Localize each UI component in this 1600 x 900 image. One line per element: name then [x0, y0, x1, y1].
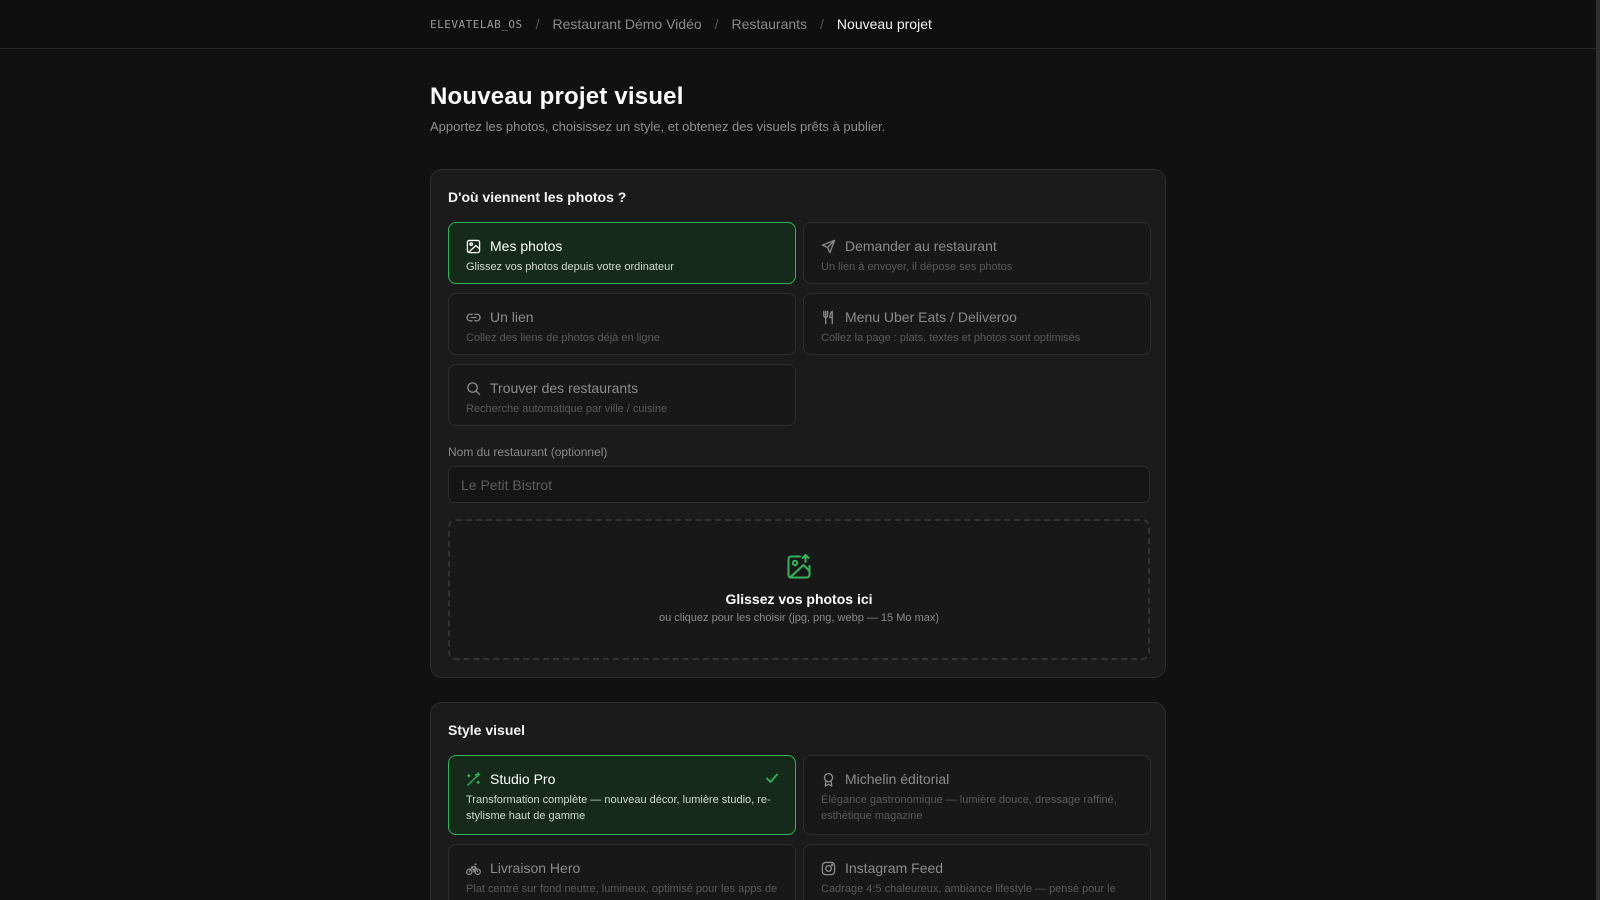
search-icon [466, 381, 481, 396]
dropzone-title: Glissez vos photos ici [725, 591, 873, 607]
award-icon [821, 772, 836, 787]
source-option-desc: Un lien à envoyer, il dépose ses photos [821, 261, 1013, 273]
breadcrumb-item-workspace[interactable]: Restaurant Démo Vidéo [552, 16, 701, 32]
breadcrumb-item-restaurants[interactable]: Restaurants [732, 16, 807, 32]
source-option-title: Menu Uber Eats / Deliveroo [845, 309, 1017, 325]
check-icon [766, 773, 778, 783]
utensils-icon [821, 309, 836, 325]
style-option-studio-pro[interactable]: Studio Pro Transformation complète — nou… [448, 755, 796, 835]
source-option-delivery-menu[interactable]: Menu Uber Eats / Deliveroo Collez la pag… [803, 293, 1151, 355]
photo-source-title: D'où viennent les photos ? [448, 189, 627, 205]
source-option-title: Demander au restaurant [845, 238, 997, 254]
photo-dropzone[interactable]: Glissez vos photos ici ou cliquez pour l… [448, 519, 1150, 660]
breadcrumb-current: Nouveau projet [836, 16, 932, 32]
page-title: Nouveau projet visuel [430, 83, 684, 110]
source-option-title: Un lien [490, 309, 534, 325]
source-option-title: Mes photos [490, 238, 563, 254]
visual-style-card: Style visuel Studio Pro Transformation c… [430, 702, 1166, 900]
photo-source-card: D'où viennent les photos ? Mes photos Gl… [430, 169, 1166, 678]
page-subtitle: Apportez les photos, choisissez un style… [430, 119, 886, 134]
style-option-desc: Élégance gastronomique — lumière douce, … [821, 794, 1117, 822]
dropzone-subtitle: ou cliquez pour les choisir (jpg, png, w… [658, 612, 940, 624]
style-option-title: Michelin éditorial [845, 771, 950, 787]
source-option-desc: Glissez vos photos depuis votre ordinate… [466, 261, 674, 273]
breadcrumb-separator: / [714, 16, 719, 32]
breadcrumb-brand-link[interactable]: ELEVATELAB_OS [430, 18, 523, 31]
style-option-instagram-feed[interactable]: Instagram Feed Cadrage 4:5 chaleureux, a… [803, 844, 1151, 900]
source-option-desc: Collez la page : plats, textes et photos… [821, 332, 1081, 344]
source-option-desc: Collez des liens de photos déjà en ligne [466, 332, 660, 344]
link-icon [466, 310, 481, 325]
breadcrumb: ELEVATELAB_OS / Restaurant Démo Vidéo / … [430, 16, 932, 32]
style-option-title: Instagram Feed [845, 860, 944, 876]
image-upload-icon [786, 554, 812, 580]
source-option-find-restaurants[interactable]: Trouver des restaurants Recherche automa… [448, 364, 796, 426]
bike-icon [466, 861, 481, 876]
style-option-desc: Plat centré sur fond neutre, lumineux, o… [466, 883, 778, 900]
top-bar: ELEVATELAB_OS / Restaurant Démo Vidéo / … [0, 0, 1596, 49]
style-option-desc: Transformation complète — nouveau décor,… [466, 794, 771, 822]
visual-style-title: Style visuel [448, 722, 526, 738]
source-option-desc: Recherche automatique par ville / cuisin… [466, 403, 668, 415]
restaurant-name-label: Nom du restaurant (optionnel) [448, 445, 608, 459]
restaurant-name-input[interactable] [448, 466, 1150, 503]
breadcrumb-separator: / [820, 16, 824, 32]
style-option-title: Livraison Hero [490, 860, 581, 876]
style-option-michelin[interactable]: Michelin éditorial Élégance gastronomiqu… [803, 755, 1151, 835]
page-scrollbar[interactable] [1596, 0, 1600, 900]
source-option-ask-restaurant[interactable]: Demander au restaurant Un lien à envoyer… [803, 222, 1151, 284]
style-option-desc: Cadrage 4:5 chaleureux, ambiance lifesty… [821, 883, 1116, 900]
instagram-icon [821, 861, 836, 876]
image-icon [466, 239, 481, 254]
magic-wand-icon [466, 771, 481, 787]
send-icon [821, 239, 836, 254]
source-option-title: Trouver des restaurants [490, 380, 639, 396]
style-option-delivery-hero[interactable]: Livraison Hero Plat centré sur fond neut… [448, 844, 796, 900]
source-option-link[interactable]: Un lien Collez des liens de photos déjà … [448, 293, 796, 355]
style-option-title: Studio Pro [490, 771, 556, 787]
source-option-my-photos[interactable]: Mes photos Glissez vos photos depuis vot… [448, 222, 796, 284]
scrollbar-thumb[interactable] [1596, 0, 1600, 900]
breadcrumb-separator: / [535, 16, 540, 32]
